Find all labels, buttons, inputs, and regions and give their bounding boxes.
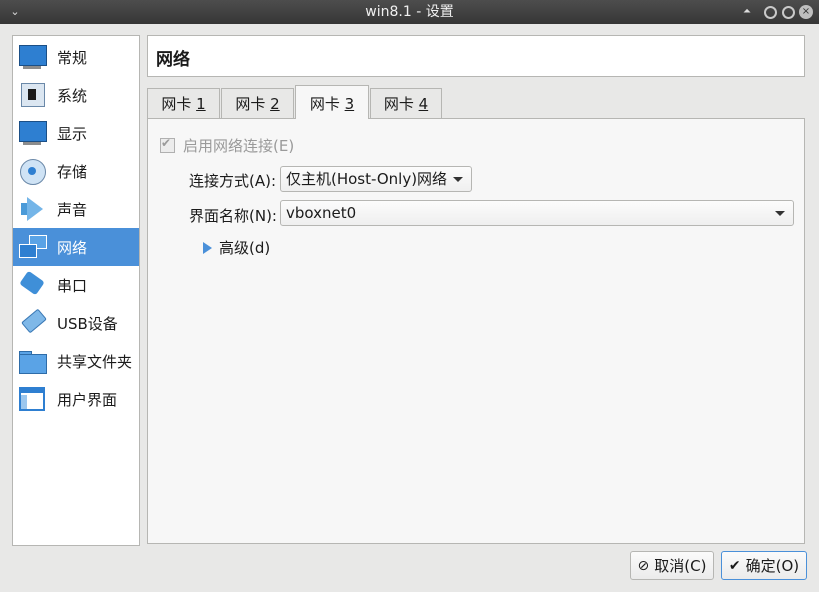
tab-accel: 2 bbox=[270, 95, 280, 113]
sidebar-item-storage[interactable]: 存储 bbox=[13, 152, 139, 190]
tab-adapter-4[interactable]: 网卡 4 bbox=[370, 88, 442, 118]
settings-sidebar: 常规 系统 显示 存储 声音 网络 串口 USB设备 共享文件夹 用户界面 bbox=[12, 35, 140, 546]
advanced-toggle[interactable]: 高级(d) bbox=[203, 237, 270, 258]
sidebar-item-usb[interactable]: USB设备 bbox=[13, 304, 139, 342]
shade-window-icon[interactable]: ⏶ bbox=[740, 5, 754, 19]
checkmark-icon: ✔ bbox=[728, 557, 741, 574]
sidebar-item-label: USB设备 bbox=[57, 314, 118, 333]
tab-accel: 3 bbox=[344, 95, 355, 113]
cancel-label: 取消(C) bbox=[654, 557, 707, 575]
folder-icon bbox=[17, 346, 47, 376]
tab-adapter-1[interactable]: 网卡 1 bbox=[147, 88, 220, 118]
ok-button[interactable]: ✔ 确定(O) bbox=[721, 551, 807, 580]
attached-to-label: 连接方式(A): bbox=[189, 172, 277, 190]
chevron-down-icon bbox=[775, 211, 785, 216]
tab-accel: 1 bbox=[196, 95, 206, 113]
name-label: 界面名称(N): bbox=[189, 207, 277, 225]
page-header: 网络 bbox=[147, 35, 805, 77]
minimize-button[interactable] bbox=[764, 6, 777, 19]
adapter-panel: 启用网络连接(E) 连接方式(A): 仅主机(Host-Only)网络 界面名称… bbox=[147, 118, 805, 544]
sidebar-item-label: 常规 bbox=[57, 48, 88, 67]
attached-to-select[interactable]: 仅主机(Host-Only)网络 bbox=[280, 166, 472, 192]
tab-label: 网卡 bbox=[383, 95, 419, 113]
display-icon bbox=[17, 118, 47, 148]
sidebar-item-shared-folders[interactable]: 共享文件夹 bbox=[13, 342, 139, 380]
sidebar-item-label: 显示 bbox=[57, 124, 88, 143]
maximize-button[interactable] bbox=[782, 6, 795, 19]
sidebar-item-serial[interactable]: 串口 bbox=[13, 266, 139, 304]
sidebar-item-label: 系统 bbox=[57, 86, 88, 105]
tab-accel: 4 bbox=[418, 95, 429, 113]
chip-icon bbox=[17, 80, 47, 110]
enable-adapter-label: 启用网络连接(E) bbox=[183, 137, 295, 155]
enable-adapter-checkbox[interactable] bbox=[160, 136, 175, 153]
sidebar-item-system[interactable]: 系统 bbox=[13, 76, 139, 114]
sidebar-item-label: 网络 bbox=[57, 238, 88, 257]
tab-label: 网卡 bbox=[309, 95, 345, 113]
chevron-down-icon bbox=[453, 177, 463, 182]
sidebar-item-audio[interactable]: 声音 bbox=[13, 190, 139, 228]
sidebar-item-label: 共享文件夹 bbox=[57, 352, 133, 371]
sidebar-item-label: 声音 bbox=[57, 200, 88, 219]
tab-label: 网卡 bbox=[161, 95, 197, 113]
speaker-icon bbox=[17, 194, 47, 224]
tab-adapter-3[interactable]: 网卡 3 bbox=[295, 85, 369, 119]
close-button[interactable]: × bbox=[799, 5, 813, 19]
usb-icon bbox=[17, 308, 47, 338]
network-icon bbox=[17, 232, 47, 262]
tab-adapter-2[interactable]: 网卡 2 bbox=[221, 88, 294, 118]
advanced-label: 高级(d) bbox=[219, 239, 271, 257]
tab-label: 网卡 bbox=[235, 95, 271, 113]
sidebar-item-user-interface[interactable]: 用户界面 bbox=[13, 380, 139, 418]
window-icon bbox=[17, 384, 47, 414]
name-select[interactable]: vboxnet0 bbox=[280, 200, 794, 226]
sidebar-item-display[interactable]: 显示 bbox=[13, 114, 139, 152]
sidebar-item-general[interactable]: 常规 bbox=[13, 38, 139, 76]
sidebar-item-label: 用户界面 bbox=[57, 390, 118, 409]
name-value: vboxnet0 bbox=[286, 204, 357, 222]
window-title: win8.1 - 设置 bbox=[365, 4, 454, 20]
expand-arrow-icon bbox=[203, 241, 212, 254]
cancel-button[interactable]: ⊘ 取消(C) bbox=[630, 551, 714, 580]
cancel-icon: ⊘ bbox=[637, 557, 650, 574]
sidebar-item-label: 存储 bbox=[57, 162, 88, 181]
enable-adapter-row: 启用网络连接(E) bbox=[160, 135, 294, 156]
ok-label: 确定(O) bbox=[745, 557, 800, 575]
storage-disk-icon bbox=[17, 156, 47, 186]
monitor-icon bbox=[17, 42, 47, 72]
serial-port-icon bbox=[17, 270, 47, 300]
sidebar-item-label: 串口 bbox=[57, 276, 88, 295]
sidebar-item-network[interactable]: 网络 bbox=[13, 228, 139, 266]
page-title: 网络 bbox=[156, 50, 190, 70]
title-bar: ⌄ win8.1 - 设置 ⏶ × bbox=[0, 0, 819, 24]
attached-to-value: 仅主机(Host-Only)网络 bbox=[286, 170, 448, 188]
